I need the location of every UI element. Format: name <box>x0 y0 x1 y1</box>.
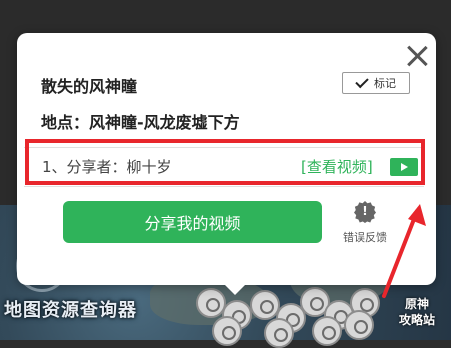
highlight-box <box>25 139 425 185</box>
bug-report-icon: ! <box>354 201 376 223</box>
close-icon[interactable] <box>403 42 431 70</box>
site-logo-line2: 攻略站 <box>398 313 435 327</box>
feedback-label: 错误反馈 <box>343 231 387 244</box>
map-caption: 地图资源查询器 <box>4 300 137 321</box>
map-pin-icon[interactable] <box>212 316 242 346</box>
share-my-video-button[interactable]: 分享我的视频 <box>63 201 322 243</box>
location-text: 地点：风神瞳-风龙废墟下方 <box>41 113 240 132</box>
site-logo-line1: 原神 <box>404 297 429 311</box>
mark-button-label: 标记 <box>374 77 396 90</box>
map-pin-icon[interactable] <box>312 316 342 346</box>
site-logo: 原神 攻略站 <box>391 296 443 328</box>
map-pin-icon[interactable] <box>344 310 374 340</box>
check-icon <box>355 74 369 89</box>
feedback-icon-glyph: ! <box>362 204 368 218</box>
dialog-title: 散失的风神瞳 <box>41 77 138 96</box>
mark-button[interactable]: 标记 <box>342 72 410 94</box>
map-pin-icon[interactable] <box>264 318 294 348</box>
error-feedback-button[interactable]: ! 错误反馈 <box>337 201 393 247</box>
